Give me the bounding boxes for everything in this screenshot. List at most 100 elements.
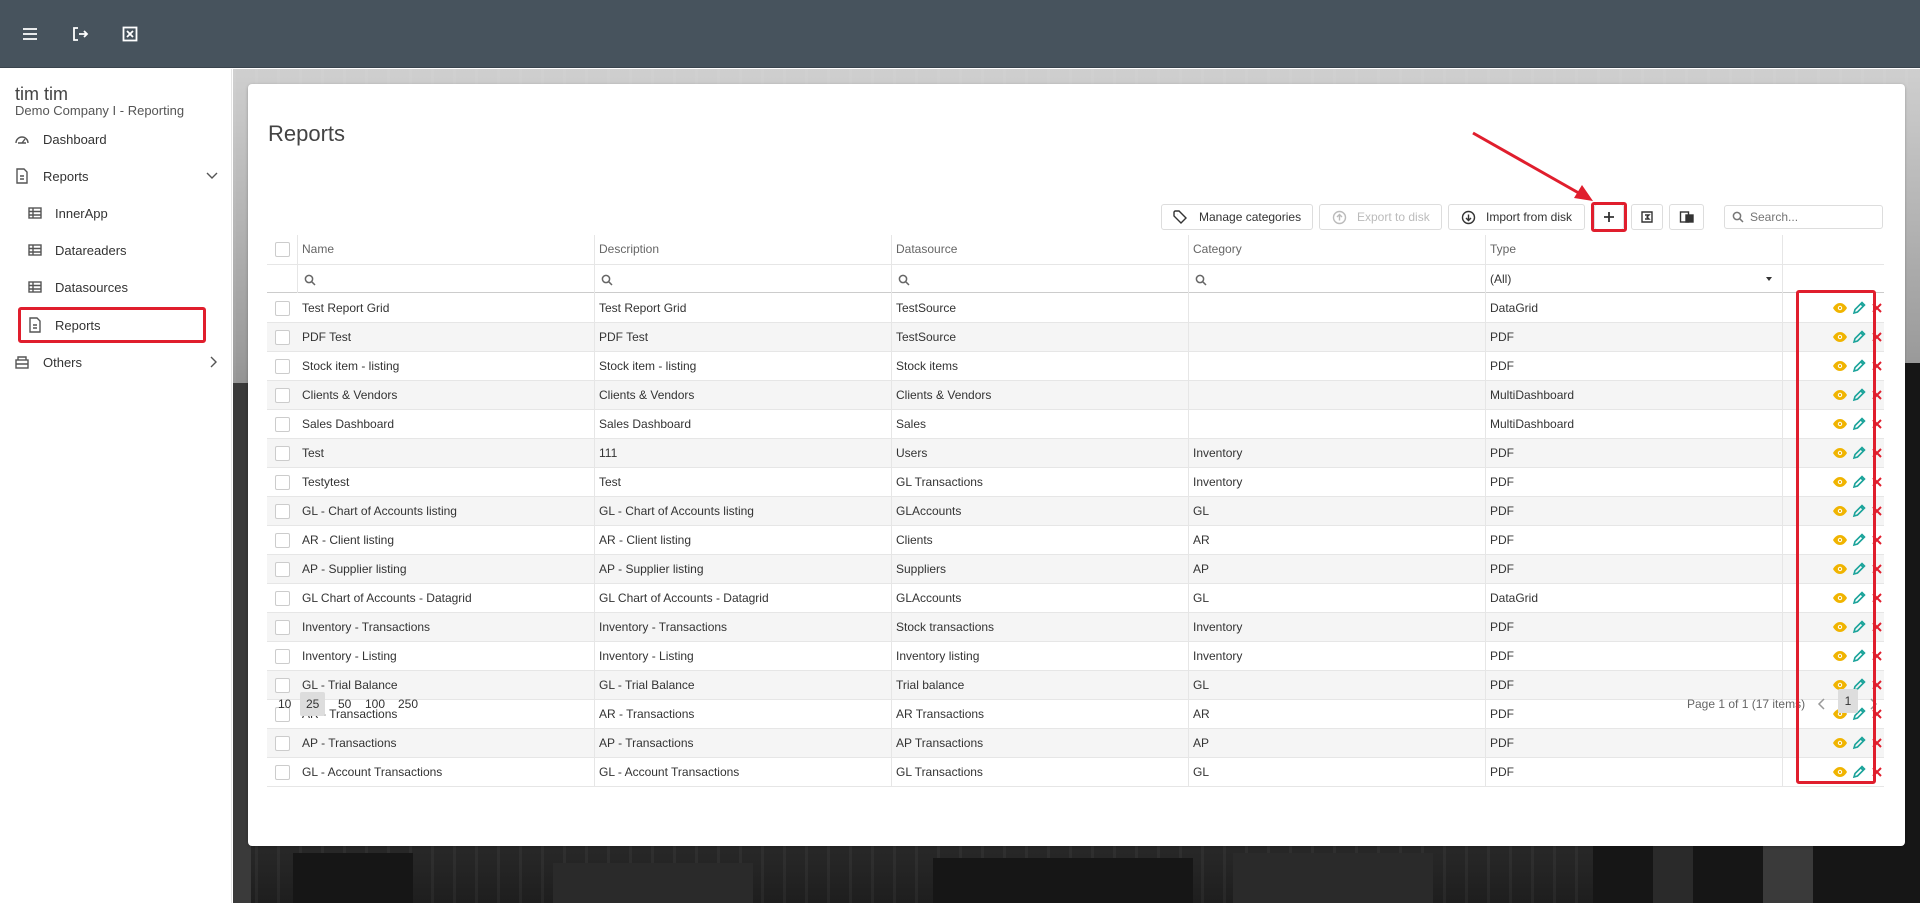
sidebar-item-dashboard[interactable]: Dashboard xyxy=(0,124,232,154)
column-header-description[interactable]: Description xyxy=(594,235,891,264)
table-row[interactable]: Test Report Grid Test Report Grid TestSour… xyxy=(267,294,1884,323)
row-select-checkbox[interactable] xyxy=(275,359,290,374)
table-row[interactable]: Stock item - listing Stock item - listing… xyxy=(267,352,1884,381)
page-size-option[interactable]: 25 xyxy=(300,692,326,716)
pager-next-button[interactable] xyxy=(1864,692,1884,716)
view-report-button[interactable] xyxy=(1832,648,1848,664)
delete-report-button[interactable] xyxy=(1869,677,1885,693)
export-grid-button[interactable] xyxy=(1669,204,1704,230)
menu-toggle-button[interactable] xyxy=(15,19,45,49)
sidebar-item-others[interactable]: Others xyxy=(0,347,232,377)
view-report-button[interactable] xyxy=(1832,387,1848,403)
edit-report-button[interactable] xyxy=(1851,387,1867,403)
table-row[interactable]: Test 111 Users Inventory PDF xyxy=(267,439,1884,468)
table-row[interactable]: Sales Dashboard Sales Dashboard Sales Multi… xyxy=(267,410,1884,439)
table-row[interactable]: GL Chart of Accounts - Datagrid GL Chart … xyxy=(267,584,1884,613)
view-report-button[interactable] xyxy=(1832,532,1848,548)
row-select-checkbox[interactable] xyxy=(275,562,290,577)
delete-report-button[interactable] xyxy=(1869,619,1885,635)
view-report-button[interactable] xyxy=(1832,416,1848,432)
view-report-button[interactable] xyxy=(1832,503,1848,519)
edit-report-button[interactable] xyxy=(1851,474,1867,490)
delete-report-button[interactable] xyxy=(1869,474,1885,490)
pager-prev-button[interactable] xyxy=(1811,692,1831,716)
edit-report-button[interactable] xyxy=(1851,764,1867,780)
column-header-type[interactable]: Type xyxy=(1485,235,1782,264)
table-row[interactable]: Testytest Test GL Transactions Inventory PDF xyxy=(267,468,1884,497)
table-row[interactable]: AP - Supplier listing AP - Supplier listi… xyxy=(267,555,1884,584)
table-row[interactable]: Clients & Vendors Clients & Vendors Client… xyxy=(267,381,1884,410)
row-select-checkbox[interactable] xyxy=(275,533,290,548)
delete-report-button[interactable] xyxy=(1869,300,1885,316)
sidebar-item-innerapp[interactable]: InnerApp xyxy=(0,198,232,228)
delete-report-button[interactable] xyxy=(1869,503,1885,519)
row-select-checkbox[interactable] xyxy=(275,736,290,751)
view-report-button[interactable] xyxy=(1832,590,1848,606)
column-header-category[interactable]: Category xyxy=(1188,235,1485,264)
add-report-button[interactable] xyxy=(1594,204,1624,230)
delete-report-button[interactable] xyxy=(1869,764,1885,780)
edit-report-button[interactable] xyxy=(1851,329,1867,345)
view-report-button[interactable] xyxy=(1832,474,1848,490)
filter-type-select[interactable]: (All) xyxy=(1485,265,1782,293)
edit-report-button[interactable] xyxy=(1851,416,1867,432)
edit-report-button[interactable] xyxy=(1851,503,1867,519)
row-select-checkbox[interactable] xyxy=(275,475,290,490)
sidebar-item-reports-group[interactable]: Reports xyxy=(0,161,232,191)
filter-name-field[interactable] xyxy=(299,265,594,294)
table-row[interactable]: AR - Client listing AR - Client listing Cl… xyxy=(267,526,1884,555)
delete-report-button[interactable] xyxy=(1869,648,1885,664)
sidebar-item-datareaders[interactable]: Datareaders xyxy=(0,235,232,265)
delete-report-button[interactable] xyxy=(1869,590,1885,606)
row-select-checkbox[interactable] xyxy=(275,504,290,519)
filter-category-field[interactable] xyxy=(1190,265,1485,294)
page-size-option[interactable]: 100 xyxy=(359,692,391,716)
logout-button[interactable] xyxy=(65,19,95,49)
delete-report-button[interactable] xyxy=(1869,561,1885,577)
import-from-disk-button[interactable]: Import from disk xyxy=(1448,204,1585,230)
grid-search-input[interactable] xyxy=(1748,209,1878,225)
table-row[interactable]: Inventory - Transactions Inventory - Tran… xyxy=(267,613,1884,642)
sidebar-item-datasources[interactable]: Datasources xyxy=(0,272,232,302)
edit-report-button[interactable] xyxy=(1851,619,1867,635)
table-row[interactable]: GL - Chart of Accounts listing GL - Chart… xyxy=(267,497,1884,526)
close-window-button[interactable] xyxy=(115,19,145,49)
edit-report-button[interactable] xyxy=(1851,358,1867,374)
view-report-button[interactable] xyxy=(1832,619,1848,635)
edit-report-button[interactable] xyxy=(1851,590,1867,606)
page-size-option[interactable]: 250 xyxy=(392,692,424,716)
delete-report-button[interactable] xyxy=(1869,445,1885,461)
pager-page-1[interactable]: 1 xyxy=(1838,689,1858,713)
edit-report-button[interactable] xyxy=(1851,735,1867,751)
edit-report-button[interactable] xyxy=(1851,648,1867,664)
row-select-checkbox[interactable] xyxy=(275,301,290,316)
row-select-checkbox[interactable] xyxy=(275,388,290,403)
delete-report-button[interactable] xyxy=(1869,735,1885,751)
view-report-button[interactable] xyxy=(1832,764,1848,780)
row-select-checkbox[interactable] xyxy=(275,678,290,693)
view-report-button[interactable] xyxy=(1832,300,1848,316)
column-header-datasource[interactable]: Datasource xyxy=(891,235,1188,264)
sidebar-item-reports[interactable]: Reports xyxy=(0,310,232,340)
page-size-option[interactable]: 50 xyxy=(332,692,357,716)
row-select-checkbox[interactable] xyxy=(275,330,290,345)
view-report-button[interactable] xyxy=(1832,561,1848,577)
table-row[interactable]: PDF Test PDF Test TestSource PDF xyxy=(267,323,1884,352)
table-row[interactable]: GL - Trial Balance GL - Trial Balance Tria… xyxy=(267,671,1884,700)
manage-categories-button[interactable]: Manage categories xyxy=(1161,204,1313,230)
delete-report-button[interactable] xyxy=(1869,532,1885,548)
delete-report-button[interactable] xyxy=(1869,358,1885,374)
table-row[interactable]: GL - Account Transactions GL - Account Tr… xyxy=(267,758,1884,787)
select-all-checkbox[interactable] xyxy=(275,242,290,257)
view-report-button[interactable] xyxy=(1832,329,1848,345)
view-report-button[interactable] xyxy=(1832,735,1848,751)
delete-report-button[interactable] xyxy=(1869,329,1885,345)
table-row[interactable]: AR - Transactions AR - Transactions AR Tra… xyxy=(267,700,1884,729)
row-select-checkbox[interactable] xyxy=(275,417,290,432)
row-select-checkbox[interactable] xyxy=(275,591,290,606)
delete-report-button[interactable] xyxy=(1869,416,1885,432)
column-chooser-button[interactable] xyxy=(1631,204,1663,230)
edit-report-button[interactable] xyxy=(1851,532,1867,548)
row-select-checkbox[interactable] xyxy=(275,649,290,664)
grid-search-box[interactable] xyxy=(1724,205,1883,229)
